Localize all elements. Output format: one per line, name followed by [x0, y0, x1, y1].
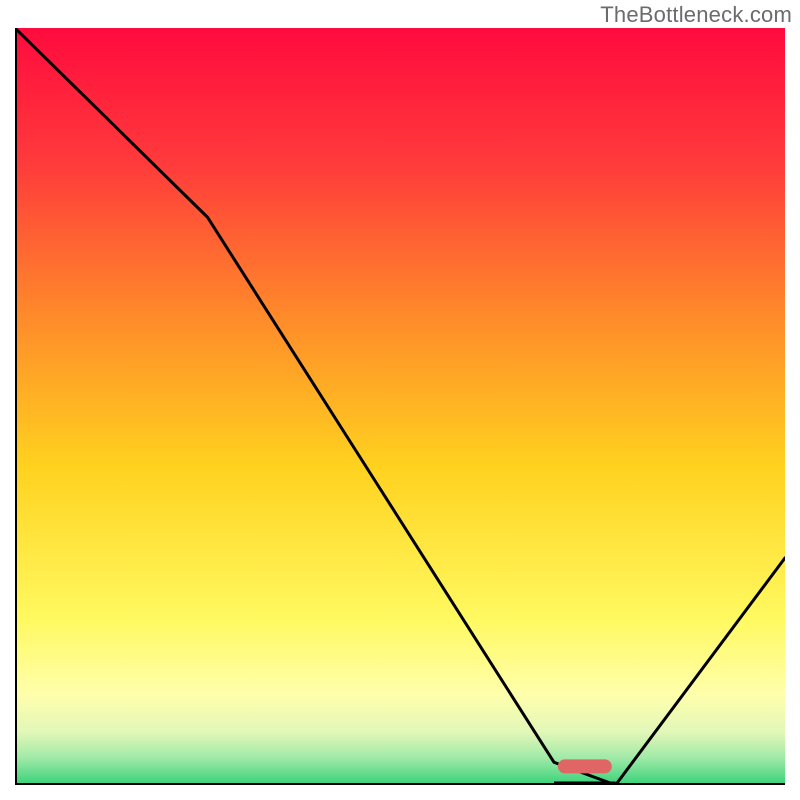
- bottleneck-chart: [15, 28, 785, 785]
- watermark-text: TheBottleneck.com: [600, 2, 792, 28]
- chart-svg: [15, 28, 785, 785]
- optimal-marker: [558, 759, 612, 773]
